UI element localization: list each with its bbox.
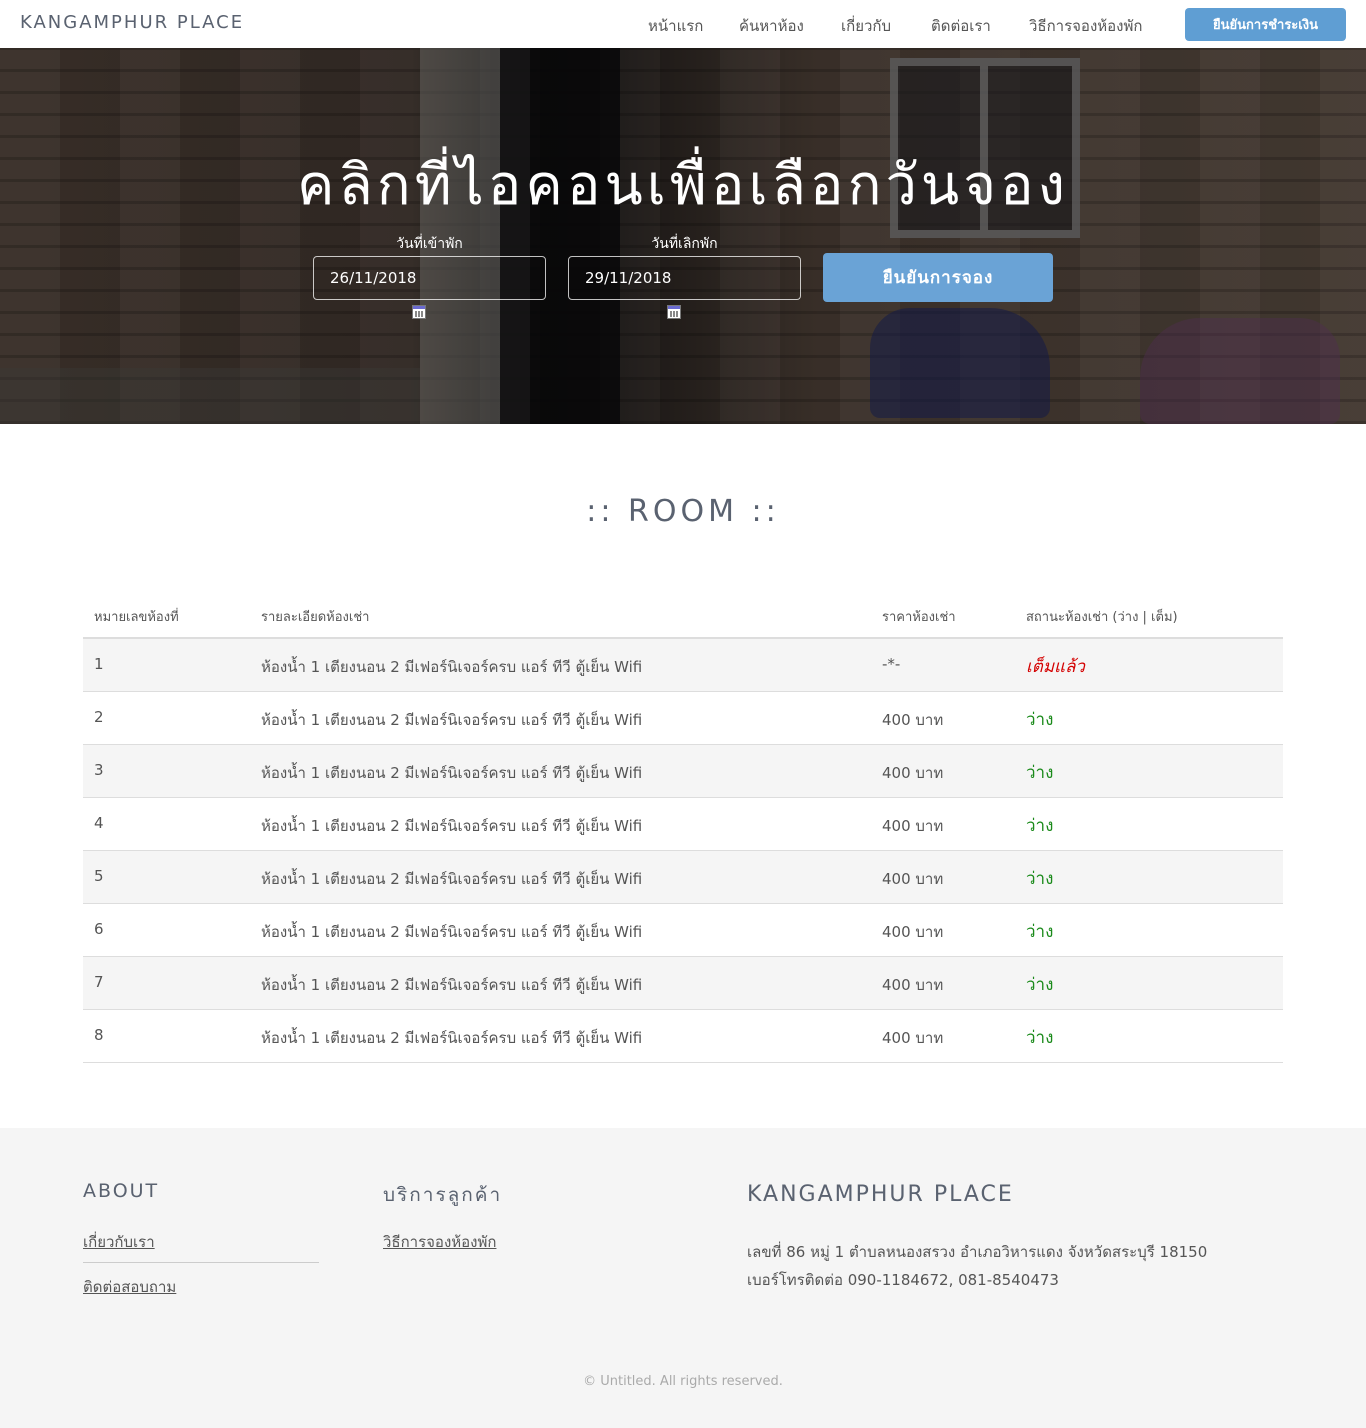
room-section-title: :: ROOM :: xyxy=(586,494,780,529)
checkout-date-input[interactable] xyxy=(568,256,801,300)
nav-how-to-book[interactable]: วิธีการจองห้องพัก xyxy=(1029,14,1142,38)
navbar: KANGAMPHUR PLACE หน้าแรก ค้นหาห้อง เกี่ย… xyxy=(0,0,1366,48)
nav-home[interactable]: หน้าแรก xyxy=(648,14,703,38)
table-row: 1 ห้องน้ำ 1 เตียงนอน 2 มีเฟอร์นิเจอร์ครบ… xyxy=(83,639,1283,692)
calendar-icon[interactable] xyxy=(412,305,426,319)
footer-brand-heading: KANGAMPHUR PLACE xyxy=(747,1182,1014,1207)
footer-link-about-us[interactable]: เกี่ยวกับเรา xyxy=(83,1230,155,1254)
footer-phone: เบอร์โทรติดต่อ 090-1184672, 081-8540473 xyxy=(747,1271,1059,1289)
checkout-label: วันที่เลิกพัก xyxy=(651,236,718,252)
copyright-text: © Untitled. All rights reserved. xyxy=(583,1374,783,1389)
nav-contact[interactable]: ติดต่อเรา xyxy=(931,14,991,38)
room-number: 3 xyxy=(94,761,104,779)
table-row: 5 ห้องน้ำ 1 เตียงนอน 2 มีเฟอร์นิเจอร์ครบ… xyxy=(83,851,1283,904)
header-room-number: หมายเลขห้องที่ xyxy=(94,610,179,625)
room-number: 1 xyxy=(94,655,104,673)
room-price: 400 บาท xyxy=(882,976,944,994)
room-number: 7 xyxy=(94,973,104,991)
room-price: 400 บาท xyxy=(882,1029,944,1047)
confirm-payment-button[interactable]: ยืนยันการชำระเงิน xyxy=(1185,8,1346,41)
room-status-available[interactable]: ว่าง xyxy=(1026,918,1053,945)
table-row: 2 ห้องน้ำ 1 เตียงนอน 2 มีเฟอร์นิเจอร์ครบ… xyxy=(83,692,1283,745)
room-status-available[interactable]: ว่าง xyxy=(1026,971,1053,998)
hero-banner: คลิกที่ไอคอนเพื่อเลือกวันจอง วันที่เข้าพ… xyxy=(0,48,1366,424)
room-number: 6 xyxy=(94,920,104,938)
room-detail: ห้องน้ำ 1 เตียงนอน 2 มีเฟอร์นิเจอร์ครบ แ… xyxy=(261,1029,643,1047)
room-status-available[interactable]: ว่าง xyxy=(1026,706,1053,733)
header-room-status: สถานะห้องเช่า (ว่าง | เต็ม) xyxy=(1026,610,1178,625)
footer-address: เลขที่ 86 หมู่ 1 ตำบลหนองสรวง อำเภอวิหาร… xyxy=(747,1243,1208,1261)
room-price: -*- xyxy=(882,655,901,673)
nav-about[interactable]: เกี่ยวกับ xyxy=(841,14,891,38)
room-detail: ห้องน้ำ 1 เตียงนอน 2 มีเฟอร์นิเจอร์ครบ แ… xyxy=(261,711,643,729)
header-room-price: ราคาห้องเช่า xyxy=(882,610,956,625)
checkin-date-input[interactable] xyxy=(313,256,546,300)
room-detail: ห้องน้ำ 1 เตียงนอน 2 มีเฟอร์นิเจอร์ครบ แ… xyxy=(261,764,643,782)
room-price: 400 บาท xyxy=(882,764,944,782)
hero-title: คลิกที่ไอคอนเพื่อเลือกวันจอง xyxy=(297,153,1069,218)
room-price: 400 บาท xyxy=(882,711,944,729)
room-status-available[interactable]: ว่าง xyxy=(1026,1024,1053,1051)
table-row: 8 ห้องน้ำ 1 เตียงนอน 2 มีเฟอร์นิเจอร์ครบ… xyxy=(83,1010,1283,1063)
footer-about-heading: ABOUT xyxy=(83,1180,160,1202)
table-row: 6 ห้องน้ำ 1 เตียงนอน 2 มีเฟอร์นิเจอร์ครบ… xyxy=(83,904,1283,957)
room-number: 8 xyxy=(94,1026,104,1044)
confirm-booking-button[interactable]: ยืนยันการจอง xyxy=(823,253,1053,302)
footer-service-heading: บริการลูกค้า xyxy=(383,1184,503,1206)
room-status-available[interactable]: ว่าง xyxy=(1026,759,1053,786)
table-row: 7 ห้องน้ำ 1 เตียงนอน 2 มีเฟอร์นิเจอร์ครบ… xyxy=(83,957,1283,1010)
footer-divider xyxy=(83,1262,319,1263)
room-status-available[interactable]: ว่าง xyxy=(1026,812,1053,839)
room-detail: ห้องน้ำ 1 เตียงนอน 2 มีเฟอร์นิเจอร์ครบ แ… xyxy=(261,976,643,994)
room-status-available[interactable]: ว่าง xyxy=(1026,865,1053,892)
footer-link-contact[interactable]: ติดต่อสอบถาม xyxy=(83,1275,176,1299)
room-price: 400 บาท xyxy=(882,817,944,835)
room-number: 2 xyxy=(94,708,104,726)
room-price: 400 บาท xyxy=(882,923,944,941)
room-detail: ห้องน้ำ 1 เตียงนอน 2 มีเฟอร์นิเจอร์ครบ แ… xyxy=(261,870,643,888)
footer-link-how-to-book[interactable]: วิธีการจองห้องพัก xyxy=(383,1230,496,1254)
room-detail: ห้องน้ำ 1 เตียงนอน 2 มีเฟอร์นิเจอร์ครบ แ… xyxy=(261,923,643,941)
nav-search-room[interactable]: ค้นหาห้อง xyxy=(739,14,804,38)
room-number: 4 xyxy=(94,814,104,832)
room-detail: ห้องน้ำ 1 เตียงนอน 2 มีเฟอร์นิเจอร์ครบ แ… xyxy=(261,817,643,835)
calendar-icon[interactable] xyxy=(667,305,681,319)
footer: ABOUT เกี่ยวกับเรา ติดต่อสอบถาม บริการลู… xyxy=(0,1128,1366,1428)
room-number: 5 xyxy=(94,867,104,885)
table-row: 4 ห้องน้ำ 1 เตียงนอน 2 มีเฟอร์นิเจอร์ครบ… xyxy=(83,798,1283,851)
header-room-detail: รายละเอียดห้องเช่า xyxy=(261,610,370,625)
table-header: หมายเลขห้องที่ รายละเอียดห้องเช่า ราคาห้… xyxy=(83,598,1283,639)
room-table: หมายเลขห้องที่ รายละเอียดห้องเช่า ราคาห้… xyxy=(83,598,1283,1063)
checkin-label: วันที่เข้าพัก xyxy=(396,236,463,252)
room-status-full: เต็มแล้ว xyxy=(1026,657,1085,677)
table-row: 3 ห้องน้ำ 1 เตียงนอน 2 มีเฟอร์นิเจอร์ครบ… xyxy=(83,745,1283,798)
brand-logo[interactable]: KANGAMPHUR PLACE xyxy=(20,12,244,33)
room-detail: ห้องน้ำ 1 เตียงนอน 2 มีเฟอร์นิเจอร์ครบ แ… xyxy=(261,658,643,676)
room-price: 400 บาท xyxy=(882,870,944,888)
